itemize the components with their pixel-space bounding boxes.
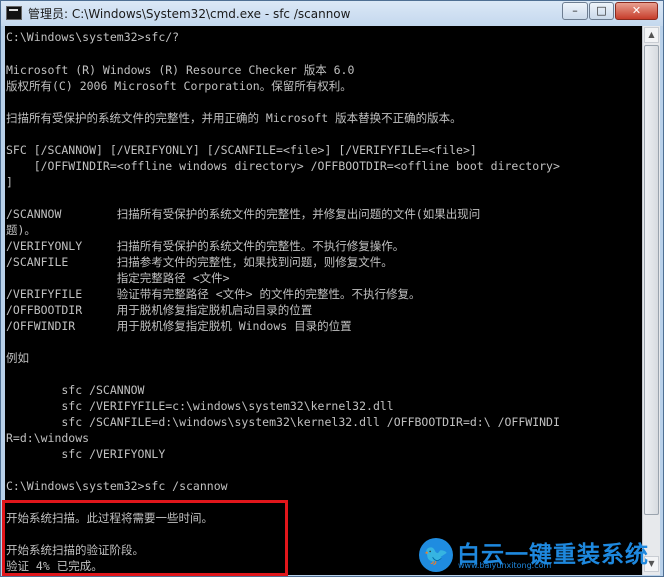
console-line: 扫描所有受保护的系统文件的完整性，并用正确的 Microsoft 版本替换不正确… xyxy=(6,111,462,125)
console-line: R=d:\windows xyxy=(6,431,90,445)
console-line: [/OFFWINDIR=<offline windows directory> … xyxy=(6,159,560,173)
console-line: C:\Windows\system32>sfc /scannow xyxy=(6,479,228,493)
title-bar[interactable]: 管理员: C:\Windows\System32\cmd.exe - sfc /… xyxy=(1,1,663,26)
highlight-box xyxy=(2,500,288,576)
console-line: 版权所有(C) 2006 Microsoft Corporation。保留所有权… xyxy=(6,79,352,93)
console-line: /SCANNOW 扫描所有受保护的系统文件的完整性，并修复出问题的文件(如果出现… xyxy=(6,207,481,221)
console-line: sfc /VERIFYONLY xyxy=(6,447,166,461)
console-line: /VERIFYFILE 验证带有完整路径 <文件> 的文件的完整性。不执行修复。 xyxy=(6,287,421,301)
console-line: 例如 xyxy=(6,351,29,365)
twitter-bird-icon: 🐦 xyxy=(419,538,453,572)
console-output[interactable]: C:\Windows\system32>sfc/? Microsoft (R) … xyxy=(5,26,642,575)
close-button[interactable]: ✕ xyxy=(615,2,658,20)
console-line: /OFFWINDIR 用于脱机修复指定脱机 Windows 目录的位置 xyxy=(6,319,352,333)
console-line: SFC [/SCANNOW] [/VERIFYONLY] [/SCANFILE=… xyxy=(6,143,477,157)
console-line: ] xyxy=(6,175,13,189)
console-line: /VERIFYONLY 扫描所有受保护的系统文件的完整性。不执行修复操作。 xyxy=(6,239,405,253)
scroll-up-arrow-icon[interactable]: ▲ xyxy=(644,27,659,43)
window-title: 管理员: C:\Windows\System32\cmd.exe - sfc /… xyxy=(28,7,351,21)
console-line: 指定完整路径 <文件> xyxy=(6,271,230,285)
vertical-scrollbar[interactable]: ▲ ▼ xyxy=(642,26,660,575)
console-line: C:\Windows\system32>sfc/? xyxy=(6,30,180,44)
cmd-app-icon[interactable] xyxy=(6,6,22,20)
console-line: sfc /SCANNOW xyxy=(6,383,145,397)
watermark-url: www.baiyunxitong.com xyxy=(458,561,552,570)
console-line: /OFFBOOTDIR 用于脱机修复指定脱机启动目录的位置 xyxy=(6,303,313,317)
maximize-button[interactable]: □ xyxy=(589,2,614,20)
watermark-logo: 🐦 白云一键重装系统 www.baiyunxitong.com xyxy=(419,536,664,576)
cmd-window: 管理员: C:\Windows\System32\cmd.exe - sfc /… xyxy=(0,0,664,577)
console-line: /SCANFILE 扫描参考文件的完整性，如果找到问题，则修复文件。 xyxy=(6,255,393,269)
console-line: Microsoft (R) Windows (R) Resource Check… xyxy=(6,63,355,77)
console-line: sfc /VERIFYFILE=c:\windows\system32\kern… xyxy=(6,399,394,413)
console-line: sfc /SCANFILE=d:\windows\system32\kernel… xyxy=(6,415,560,429)
console-line: 题)。 xyxy=(6,223,36,237)
scrollbar-thumb[interactable] xyxy=(644,45,659,515)
minimize-button[interactable]: – xyxy=(562,2,588,20)
